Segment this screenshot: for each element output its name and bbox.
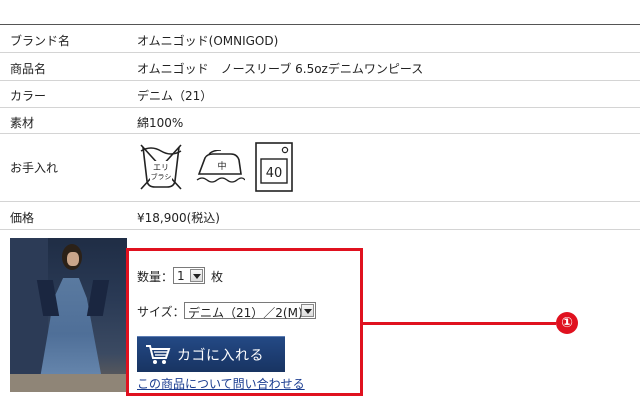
product-spec-table: ブランド名 オムニゴッド(OMNIGOD) 商品名 オムニゴッド ノースリーブ … — [0, 24, 640, 230]
annotation-number: ① — [561, 315, 573, 331]
svg-text:40: 40 — [266, 166, 283, 181]
annotation-highlight-box — [126, 248, 363, 396]
spec-label: 素材 — [10, 116, 35, 130]
svg-text:ブラシ: ブラシ — [151, 172, 172, 181]
spec-label: 価格 — [10, 211, 35, 225]
svg-text:中: 中 — [217, 160, 226, 172]
spec-row-care: お手入れ エリ ブラシ 中 40 — [0, 134, 640, 202]
product-name-value: オムニゴッド ノースリーブ 6.5ozデニムワンピース — [137, 62, 424, 76]
spec-label: 商品名 — [10, 62, 47, 76]
dry-clean-40-icon: 40 — [255, 142, 293, 192]
annotation-callout-line — [363, 322, 556, 325]
price-value: ¥18,900(税込) — [137, 211, 220, 225]
spec-row-material: 素材 綿100% — [0, 108, 640, 134]
spec-row-product: 商品名 オムニゴッド ノースリーブ 6.5ozデニムワンピース — [0, 53, 640, 81]
no-wash-ecru-brush-icon: エリ ブラシ — [140, 144, 182, 190]
spec-row-color: カラー デニム（21） — [0, 81, 640, 108]
product-photo — [10, 238, 127, 392]
spec-label: お手入れ — [10, 161, 59, 175]
spec-label: カラー — [10, 89, 47, 103]
color-value: デニム（21） — [137, 89, 213, 103]
material-value: 綿100% — [137, 116, 184, 130]
brand-value: オムニゴッド(OMNIGOD) — [137, 34, 279, 48]
svg-text:エリ: エリ — [153, 163, 169, 172]
iron-medium-icon: 中 — [196, 150, 245, 183]
spec-label: ブランド名 — [10, 34, 71, 48]
spec-row-price: 価格 ¥18,900(税込) — [0, 202, 640, 230]
annotation-number-badge: ① — [556, 312, 578, 334]
spec-row-brand: ブランド名 オムニゴッド(OMNIGOD) — [0, 25, 640, 53]
